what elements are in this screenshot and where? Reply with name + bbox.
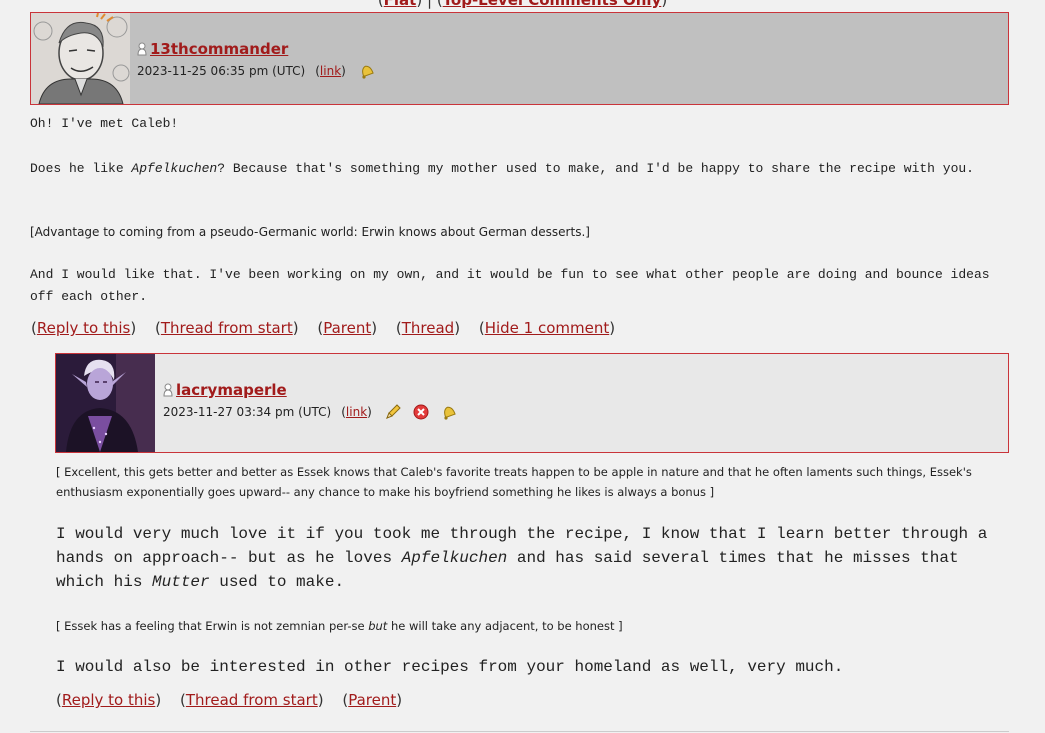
- body-paragraph: I would very much love it if you took me…: [56, 525, 988, 591]
- username-link[interactable]: lacrymaperle: [176, 381, 287, 399]
- body-line: Oh! I've met Caleb!: [30, 116, 179, 131]
- top-level-comments-link[interactable]: Top-Level Comments Only: [443, 0, 662, 9]
- reply-link[interactable]: Reply to this: [62, 691, 156, 709]
- user-icon[interactable]: [137, 42, 147, 56]
- username-link[interactable]: 13thcommander: [150, 40, 288, 58]
- flat-link[interactable]: Flat: [384, 0, 417, 9]
- permalink[interactable]: link: [346, 405, 367, 419]
- userline: 13thcommander: [137, 40, 386, 58]
- thread-from-start-link[interactable]: Thread from start: [161, 319, 293, 337]
- comment-header: lacrymaperle 2023-11-27 03:34 pm (UTC) (…: [55, 353, 1009, 453]
- top-nav: (Flat) | (Top-Level Comments Only): [0, 0, 1045, 9]
- header-info: lacrymaperle 2023-11-27 03:34 pm (UTC) (…: [163, 381, 468, 421]
- comment-meta: 2023-11-25 06:35 pm (UTC) (link): [137, 62, 386, 80]
- reply-link[interactable]: Reply to this: [37, 319, 131, 337]
- parent-link[interactable]: Parent: [323, 319, 371, 337]
- ooc-note: [Advantage to coming from a pseudo-Germa…: [30, 225, 590, 239]
- avatar[interactable]: [56, 354, 155, 452]
- body-paragraph: I would also be interested in other reci…: [56, 658, 844, 676]
- comment-actions: (Reply to this) (Thread from start) (Par…: [31, 319, 616, 337]
- permalink-wrap: (link): [315, 64, 346, 78]
- divider: [30, 731, 1009, 732]
- thread-link[interactable]: Thread: [402, 319, 454, 337]
- avatar[interactable]: [31, 13, 130, 104]
- avatar-image: [31, 13, 130, 104]
- userline: lacrymaperle: [163, 381, 468, 399]
- body-paragraph: Does he like Apfelkuchen? Because that's…: [30, 161, 974, 176]
- pencil-icon[interactable]: [384, 403, 402, 421]
- parent-link[interactable]: Parent: [348, 691, 396, 709]
- delete-icon[interactable]: [412, 403, 430, 421]
- user-icon[interactable]: [163, 383, 173, 397]
- ooc-note: [ Essek has a feeling that Erwin is not …: [56, 619, 623, 633]
- ooc-note: [ Excellent, this gets better and better…: [56, 465, 972, 499]
- permalink-wrap: (link): [341, 405, 372, 419]
- header-info: 13thcommander 2023-11-25 06:35 pm (UTC) …: [137, 40, 386, 80]
- thread-from-start-link[interactable]: Thread from start: [186, 691, 318, 709]
- comment-meta: 2023-11-27 03:34 pm (UTC) (link): [163, 403, 468, 421]
- timestamp: 2023-11-25 06:35 pm (UTC): [137, 64, 306, 78]
- comment-actions: (Reply to this) (Thread from start) (Par…: [56, 691, 403, 709]
- avatar-image: [56, 354, 155, 452]
- comment-header: 13thcommander 2023-11-25 06:35 pm (UTC) …: [30, 12, 1009, 105]
- body-paragraph: And I would like that. I've been working…: [30, 267, 990, 304]
- bell-icon[interactable]: [358, 62, 376, 80]
- timestamp: 2023-11-27 03:34 pm (UTC): [163, 405, 332, 419]
- permalink[interactable]: link: [320, 64, 341, 78]
- hide-comments-link[interactable]: Hide 1 comment: [485, 319, 610, 337]
- bell-icon[interactable]: [440, 403, 458, 421]
